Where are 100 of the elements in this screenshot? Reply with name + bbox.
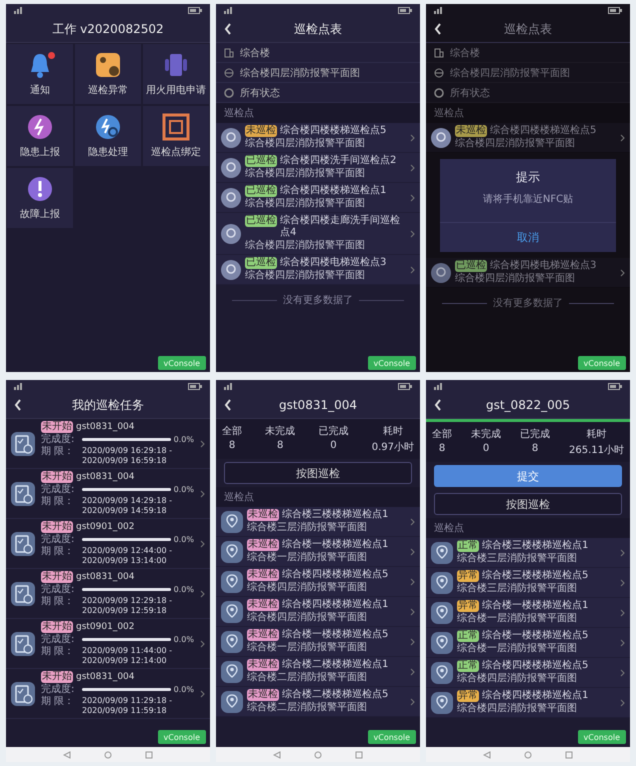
checkpoint-item[interactable]: 未巡检 综合楼四楼楼梯巡检点1 综合楼四层消防报警平面图 (216, 597, 420, 627)
back-icon[interactable] (14, 399, 22, 411)
menu-tile[interactable]: 巡检异常 (74, 43, 142, 105)
map-name: 综合楼四层消防报警平面图 (247, 582, 368, 594)
stat-label: 全部 (222, 424, 242, 438)
back-triangle-icon[interactable] (272, 750, 281, 758)
checkpoint-item[interactable]: 已巡检 综合楼四楼洗手间巡检点2 综合楼四层消防报警平面图 (216, 153, 420, 183)
recent-square-icon[interactable] (565, 750, 574, 758)
checkpoint-item[interactable]: 未巡检 综合楼四楼楼梯巡检点5 综合楼四层消防报警平面图 (426, 123, 630, 153)
checkpoint-name: 综合楼三楼楼梯巡检点1 (282, 509, 388, 521)
start-time: 2020/09/09 11:44:00 - (82, 646, 172, 656)
task-item[interactable]: 未开始 gst0901_002 完成度: 0.0% 期 限： 2020/09/09 12:44:00 - 2020/09/09 13:14:00 (6, 519, 210, 569)
location-pin-icon (221, 510, 243, 532)
period-label: 期 限： (41, 496, 76, 507)
filter-row[interactable]: 综合楼四层消防报警平面图 (426, 63, 630, 83)
menu-tile[interactable]: 巡检点绑定 (142, 105, 210, 167)
checkpoint-item[interactable]: 已巡检 综合楼四楼电梯巡检点3 综合楼四层消防报警平面图 (216, 255, 420, 285)
back-triangle-icon[interactable] (482, 750, 491, 758)
checkpoint-item[interactable]: 未巡检 综合楼二楼楼梯巡检点1 综合楼二层消防报警平面图 (216, 657, 420, 687)
list-end-text: 没有更多数据了 (493, 297, 563, 310)
checklist-icon (11, 682, 35, 706)
filter-row[interactable]: 综合楼 (426, 43, 630, 63)
location-pin-icon (221, 570, 243, 592)
menu-tile[interactable]: 用火用电申请 (142, 43, 210, 105)
map-name: 综合楼四层消防报警平面图 (457, 673, 578, 685)
task-item[interactable]: 未开始 gst0831_004 完成度: 0.0% 期 限： 2020/09/09 12:29:18 - 2020/09/09 12:59:18 (6, 569, 210, 619)
status-tag: 已巡检 (245, 185, 277, 197)
battery-icon (188, 382, 202, 390)
checkpoint-item[interactable]: 未巡检 综合楼一楼楼梯巡检点1 综合楼一层消防报警平面图 (216, 537, 420, 567)
map-name: 综合楼一层消防报警平面图 (247, 642, 368, 654)
home-circle-icon[interactable] (104, 750, 112, 758)
start-time: 2020/09/09 11:29:18 - (82, 696, 172, 706)
filter-row[interactable]: 综合楼四层消防报警平面图 (216, 63, 420, 83)
start-time: 2020/09/09 16:29:18 - (82, 446, 172, 456)
section-label: 巡检点 (224, 108, 254, 119)
filter-row[interactable]: 所有状态 (426, 83, 630, 103)
checkpoint-item[interactable]: 正常 综合楼一楼楼梯巡检点5 综合楼一层消防报警平面图 (426, 628, 630, 658)
task-item[interactable]: 未开始 gst0831_004 完成度: 0.0% 期 限： 2020/09/09 14:29:18 - 2020/09/09 14:59:18 (6, 469, 210, 519)
home-circle-icon[interactable] (524, 750, 532, 758)
task-item[interactable]: 未开始 gst0831_004 完成度: 0.0% 期 限： 2020/09/09 16:29:18 - 2020/09/09 16:59:18 (6, 419, 210, 469)
checkpoint-name: 综合楼四楼洗手间巡检点2 (280, 155, 396, 167)
list-end-text: 没有更多数据了 (283, 294, 353, 307)
map-name: 综合楼四层消防报警平面图 (245, 240, 366, 252)
checkpoint-name: 综合楼四楼走廊洗手间巡检点4 (280, 215, 401, 239)
stat-label: 已完成 (318, 424, 348, 438)
filter-row[interactable]: 综合楼 (216, 43, 420, 63)
submit-button[interactable]: 提交 (434, 465, 622, 487)
back-icon[interactable] (224, 23, 232, 35)
stat-label: 耗时 (586, 428, 606, 441)
checkpoint-item[interactable]: 已巡检 综合楼四楼楼梯巡检点1 综合楼四层消防报警平面图 (216, 183, 420, 213)
avatar-icon (221, 188, 241, 208)
lightning-icon (26, 113, 54, 141)
end-time: 2020/09/09 16:59:18 (82, 456, 168, 466)
task-item[interactable]: 未开始 gst0901_002 完成度: 0.0% 期 限： 2020/09/09 11:44:00 - 2020/09/09 12:14:00 (6, 619, 210, 669)
progress-label: 完成度: (41, 534, 76, 545)
stat-value: 8 (532, 443, 538, 454)
checkpoint-item[interactable]: 正常 综合楼三楼楼梯巡检点1 综合楼三层消防报警平面图 (426, 538, 630, 568)
chevron-icon (620, 698, 625, 706)
back-icon[interactable] (434, 399, 442, 411)
status-tag: 未开始 (41, 621, 73, 633)
home-circle-icon[interactable] (314, 750, 322, 758)
map-inspect-button[interactable]: 按图巡检 (224, 462, 412, 484)
checkpoint-item[interactable]: 已巡检 综合楼四楼走廊洗手间巡检点4 综合楼四层消防报警平面图 (216, 213, 420, 255)
back-icon[interactable] (434, 23, 442, 35)
chevron-icon (410, 698, 415, 706)
checkpoint-item[interactable]: 未巡检 综合楼三楼楼梯巡检点1 综合楼三层消防报警平面图 (216, 507, 420, 537)
building-icon (224, 48, 234, 58)
checkpoint-item[interactable]: 未巡检 综合楼一楼楼梯巡检点5 综合楼一层消防报警平面图 (216, 627, 420, 657)
menu-tile[interactable]: 隐患处理 (74, 105, 142, 167)
end-time: 2020/09/09 11:59:18 (82, 706, 168, 716)
filter-row[interactable]: 所有状态 (216, 83, 420, 103)
progress-percent: 0.0% (174, 535, 194, 544)
recent-square-icon[interactable] (355, 750, 364, 758)
checkpoint-name: 综合楼四楼楼梯巡检点5 (280, 125, 386, 137)
progress-label: 完成度: (41, 434, 76, 445)
task-item[interactable]: 未开始 gst0831_004 完成度: 0.0% 期 限： 2020/09/09 11:29:18 - 2020/09/09 11:59:18 (6, 669, 210, 719)
checkpoint-item[interactable]: 异常 综合楼四楼楼梯巡检点1 综合楼四层消防报警平面图 (426, 688, 630, 718)
checkpoint-item[interactable]: 异常 综合楼三楼楼梯巡检点5 综合楼三层消防报警平面图 (426, 568, 630, 598)
building-icon (434, 48, 444, 58)
status-tag: 未巡检 (245, 125, 277, 137)
menu-tile[interactable]: 通知 (6, 43, 74, 105)
cancel-button[interactable]: 取消 (440, 222, 616, 252)
map-name: 综合楼二层消防报警平面图 (247, 702, 368, 714)
menu-tile[interactable]: 故障上报 (6, 167, 74, 229)
checkpoint-item[interactable]: 正常 综合楼四楼楼梯巡检点5 综合楼四层消防报警平面图 (426, 658, 630, 688)
checkpoint-item[interactable]: 未巡检 综合楼二楼楼梯巡检点5 综合楼二层消防报警平面图 (216, 687, 420, 717)
map-inspect-button[interactable]: 按图巡检 (434, 493, 622, 515)
menu-tile[interactable]: 隐患上报 (6, 105, 74, 167)
recent-square-icon[interactable] (145, 750, 154, 758)
back-icon[interactable] (224, 399, 232, 411)
checkpoint-item[interactable]: 异常 综合楼一楼楼梯巡检点1 综合楼一层消防报警平面图 (426, 598, 630, 628)
task-name: gst0831_004 (76, 472, 135, 482)
map-icon (224, 68, 234, 78)
checkpoint-item[interactable]: 已巡检 综合楼四楼电梯巡检点3 综合楼四层消防报警平面图 (426, 258, 630, 288)
back-triangle-icon[interactable] (62, 750, 71, 758)
status-tag: 异常 (457, 690, 479, 702)
checkpoint-name: 综合楼三楼楼梯巡检点5 (482, 570, 588, 582)
checkpoint-item[interactable]: 未巡检 综合楼四楼楼梯巡检点5 综合楼四层消防报警平面图 (216, 123, 420, 153)
checkpoint-name: 综合楼二楼楼梯巡检点5 (282, 689, 388, 701)
checkpoint-item[interactable]: 未巡检 综合楼四楼楼梯巡检点5 综合楼四层消防报警平面图 (216, 567, 420, 597)
